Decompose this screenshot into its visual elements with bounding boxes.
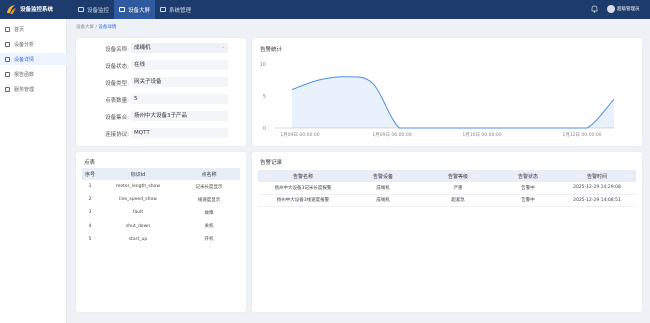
avatar[interactable] xyxy=(607,5,615,13)
x-tick-label: 1月12日 00:00:00 xyxy=(562,132,601,138)
alarm-stats-chart: 10 5 0 1月09日 00:00:00 1月09日 06:00:00 1月10日 00… xyxy=(260,62,615,138)
column-header: 标识id xyxy=(98,168,178,180)
y-tick-label: 10 xyxy=(260,62,266,68)
analysis-icon xyxy=(5,41,10,47)
breadcrumb-separator: / xyxy=(95,25,97,30)
column-header: 告警设备 xyxy=(348,170,418,182)
point-table-card: 点表 序号 标识id 点名称 1 meter_length_show 记米长度显示 … xyxy=(76,152,246,312)
sidebar-item-report-function[interactable]: 报告函数 xyxy=(0,68,67,80)
point-table: 序号 标识id 点名称 1 meter_length_show 记米长度显示 2 li… xyxy=(82,168,240,246)
sidebar-item-home[interactable]: 首页 xyxy=(0,23,67,35)
table-row[interactable]: 5 start_up 开机 xyxy=(82,233,240,246)
sidebar-item-device-analysis[interactable]: 设备分析 xyxy=(0,38,67,50)
column-header: 告警状态 xyxy=(498,170,558,182)
alarm-log-table: 告警名称 告警设备 告警等级 告警状态 告警时间 扬州中大设备3记米长度报警 成绳… xyxy=(258,170,636,207)
nav-item-device-monitor[interactable]: 设备监控 xyxy=(73,0,114,19)
column-header: 序号 xyxy=(82,168,98,180)
alarm-log-title: 告警记录 xyxy=(260,160,283,166)
report-icon xyxy=(5,71,10,77)
service-icon xyxy=(5,86,10,92)
nav-item-system-admin[interactable]: 系统管理 xyxy=(155,0,196,19)
y-tick-label: 5 xyxy=(263,94,266,100)
column-header: 点名称 xyxy=(178,168,240,180)
x-tick-label: 1月10日 00:00:00 xyxy=(462,132,501,138)
point-count-label: 点表数量: xyxy=(105,98,129,104)
protocol-value: MQTT xyxy=(131,128,228,138)
table-row[interactable]: 4 shut_down 关机 xyxy=(82,220,240,233)
device-status-label: 设备状态: xyxy=(105,64,129,70)
device-info-card: 设备名称: 成绳机 ⌄ 设备状态: 在线 设备类型: 网关子设备 点表数量: 5… xyxy=(76,38,246,146)
device-status-value: 在线 xyxy=(131,60,228,70)
home-icon xyxy=(5,26,10,32)
alarm-stats-card: 告警统计 10 5 0 1月09日 00:00:00 1月09日 06:00:00 1月1… xyxy=(252,38,642,146)
top-bar: 设备监控系统 设备监控 设备大屏 系统管理 超级管理员 xyxy=(0,0,650,19)
point-table-title: 点表 xyxy=(84,160,96,166)
table-row[interactable]: 2 line_speed_show 线速度显示 xyxy=(82,193,240,206)
x-tick-label: 1月09日 06:00:00 xyxy=(372,132,411,138)
sidebar: 首页 设备分析 设备详情 报告函数 服务管理 xyxy=(0,19,67,323)
device-name-select[interactable]: 成绳机 ⌄ xyxy=(131,43,228,53)
device-group-label: 设备集合: xyxy=(105,115,129,121)
screen-icon xyxy=(119,7,126,12)
column-header: 告警名称 xyxy=(258,170,348,182)
table-row[interactable]: 扬州中大设备3线速度报警 成绳机 超紧急 告警中 2025-12-29 14:08:51 xyxy=(258,194,636,207)
sidebar-item-device-detail[interactable]: 设备详情 xyxy=(0,53,67,65)
table-row[interactable]: 3 fault 故障 xyxy=(82,206,240,219)
table-header-row: 告警名称 告警设备 告警等级 告警状态 告警时间 xyxy=(258,170,636,182)
grid-icon xyxy=(78,7,84,12)
protocol-label: 连接协议: xyxy=(105,132,129,138)
column-header: 告警等级 xyxy=(418,170,498,182)
y-tick-label: 0 xyxy=(263,126,266,132)
table-row[interactable]: 1 meter_length_show 记米长度显示 xyxy=(82,180,240,193)
settings-icon xyxy=(160,7,167,12)
breadcrumb-parent[interactable]: 设备大屏 xyxy=(76,25,94,30)
table-header-row: 序号 标识id 点名称 xyxy=(82,168,240,180)
device-name-label: 设备名称: xyxy=(105,47,129,53)
logo-icon xyxy=(7,5,16,14)
sidebar-item-service-admin[interactable]: 服务管理 xyxy=(0,83,67,95)
chevron-down-icon: ⌄ xyxy=(221,45,225,50)
alarm-log-card: 告警记录 告警名称 告警设备 告警等级 告警状态 告警时间 扬州中大设备3记米长… xyxy=(252,152,642,312)
table-row[interactable]: 扬州中大设备3记米长度报警 成绳机 严重 告警中 2025-12-29 14:29:08 xyxy=(258,182,636,195)
device-type-value: 网关子设备 xyxy=(131,77,228,87)
detail-icon xyxy=(5,56,10,62)
app-title: 设备监控系统 xyxy=(20,7,54,13)
device-group-value: 扬州中大设备3子产品 xyxy=(131,111,228,121)
series-area xyxy=(292,76,614,128)
column-header: 告警时间 xyxy=(558,170,636,182)
bell-icon[interactable] xyxy=(591,5,598,13)
point-count-value: 5 xyxy=(131,94,228,104)
user-name[interactable]: 超级管理员 xyxy=(617,6,640,12)
breadcrumb: 设备大屏 / 设备详情 xyxy=(76,24,116,30)
nav-item-big-screen[interactable]: 设备大屏 xyxy=(114,0,156,19)
x-tick-label: 1月09日 00:00:00 xyxy=(280,132,319,138)
top-nav: 设备监控 设备大屏 系统管理 xyxy=(73,0,196,19)
breadcrumb-current: 设备详情 xyxy=(98,25,117,30)
device-type-label: 设备类型: xyxy=(105,81,129,87)
